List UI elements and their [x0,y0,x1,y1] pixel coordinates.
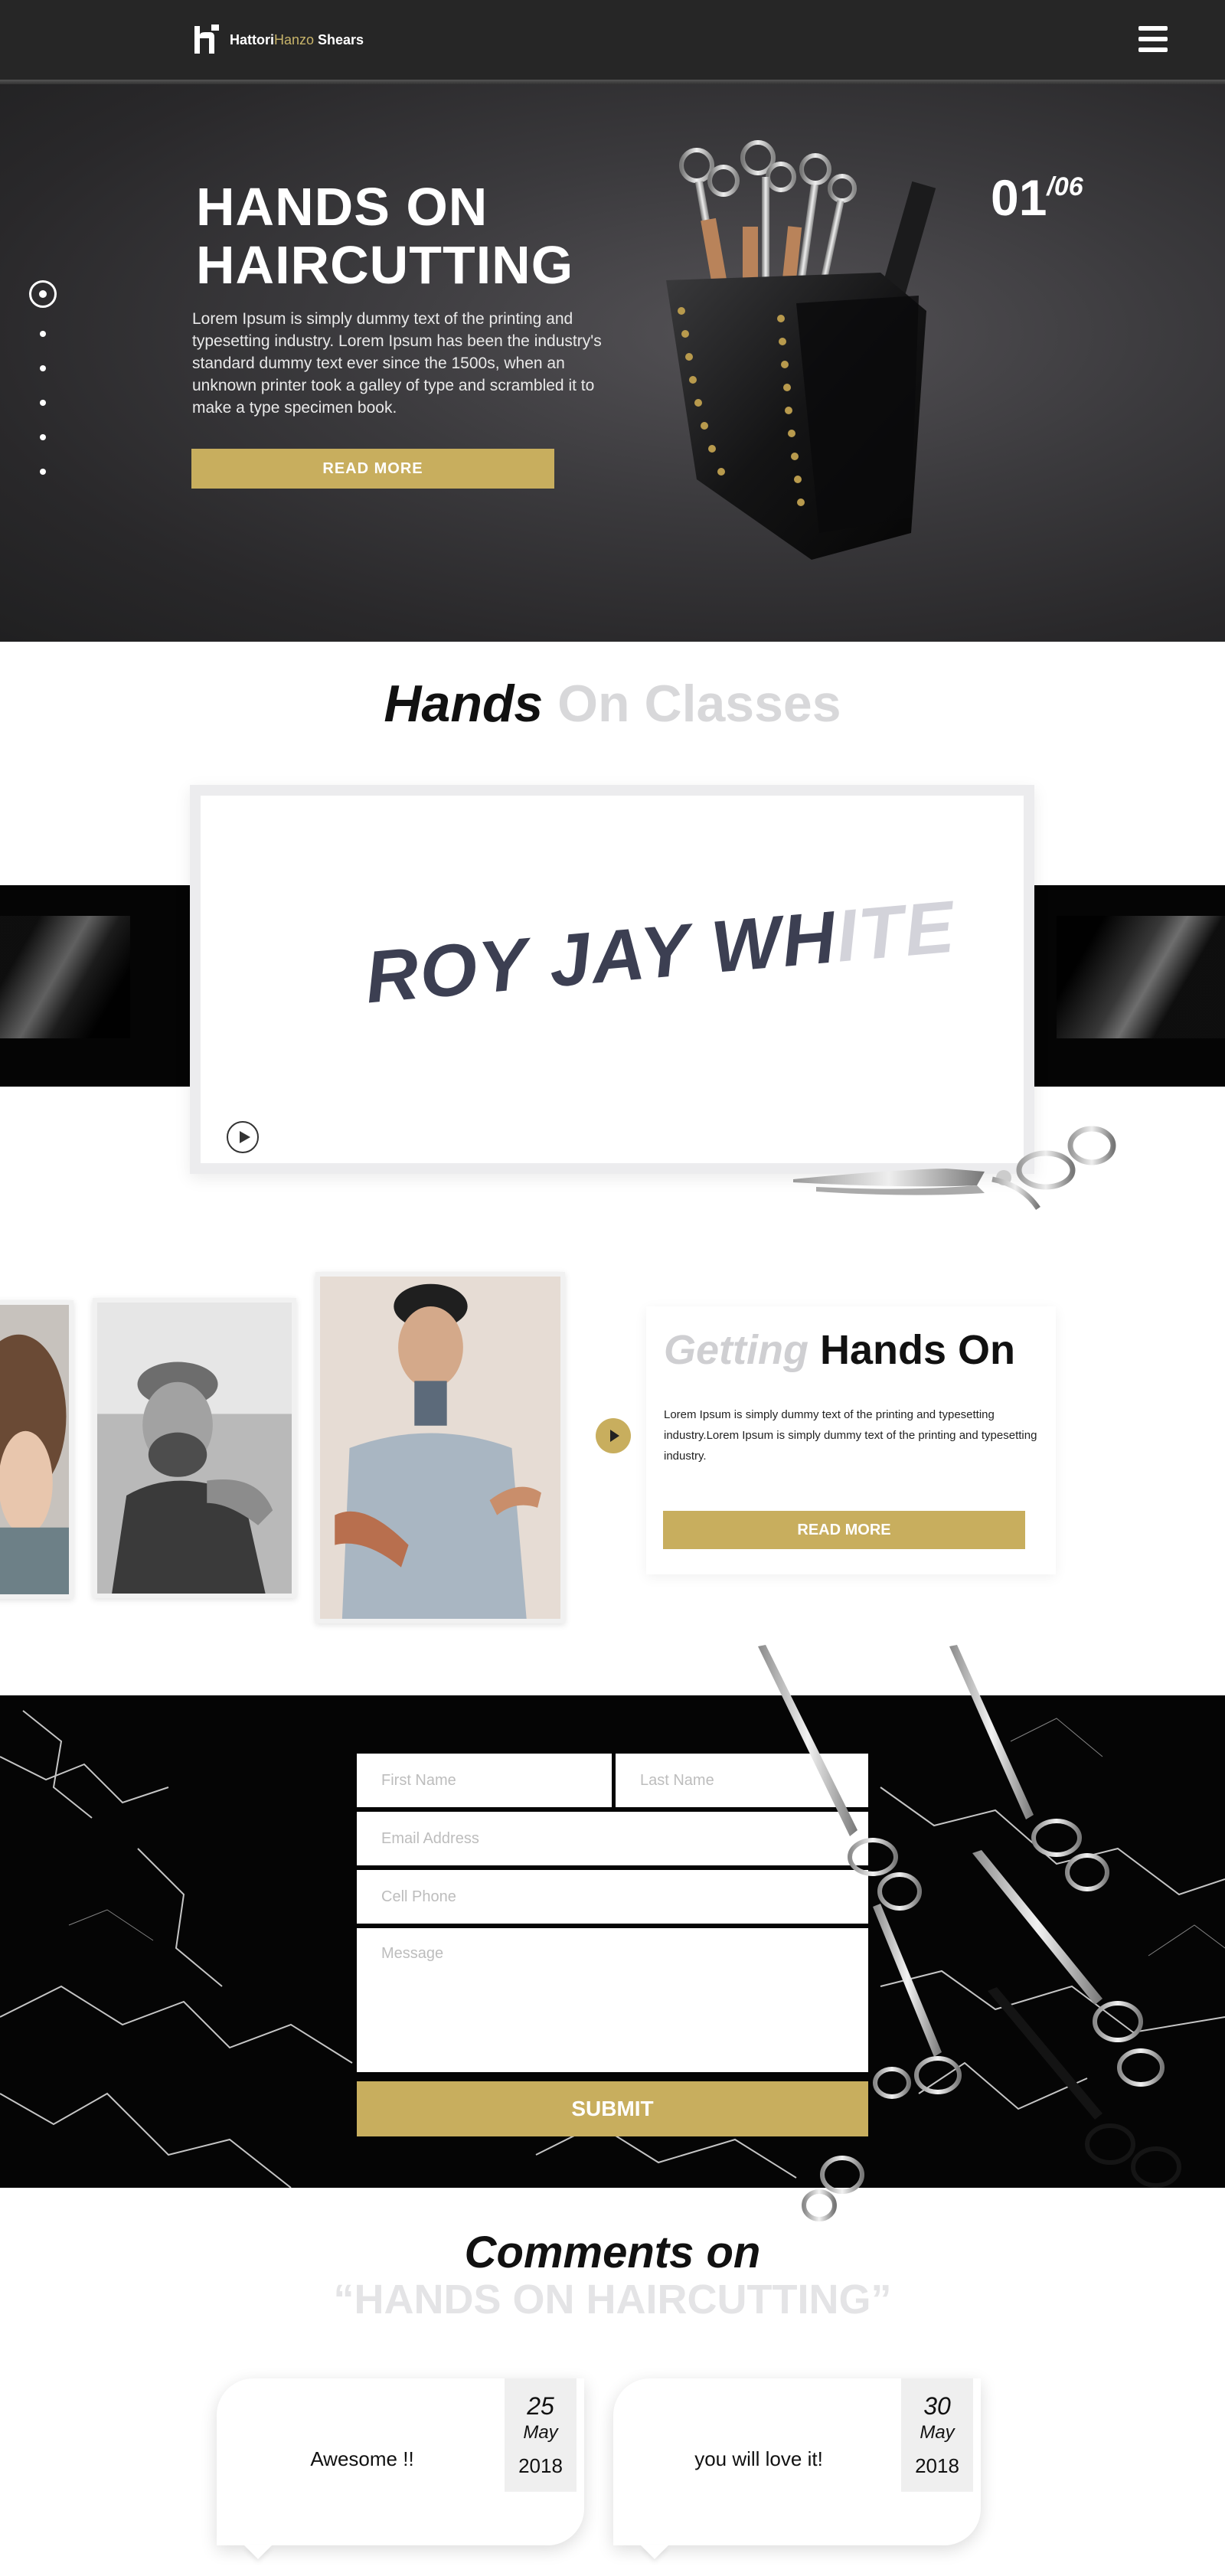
hamburger-line [1138,47,1168,52]
hamburger-icon[interactable] [1138,26,1168,52]
shear-holster-image [666,140,936,560]
classes-title-light: On Classes [543,675,841,733]
logo-mark-icon [191,23,222,57]
comment-day: 25 [527,2392,554,2420]
brand-name-part-1: Hattori [230,31,274,47]
submit-button[interactable]: SUBMIT [357,2081,868,2136]
slide-dot[interactable] [40,434,46,440]
slide-dot[interactable] [40,400,46,406]
comment-date: 30 May 2018 [901,2378,973,2492]
hero-description: Lorem Ipsum is simply dummy text of the … [192,310,602,417]
hero-read-more-button[interactable]: READ MORE [191,449,554,489]
hamburger-line [1138,37,1168,41]
brand-name: HattoriHanzo Shears [230,32,364,48]
comment-text: Awesome !! [310,2447,414,2470]
getting-title-light: Getting [664,1327,808,1373]
getting-hands-on-title: Getting Hands On [664,1326,1015,1374]
comment-card: Awesome !! 25 May 2018 [217,2378,584,2545]
hero-slider: HANDS ON HAIRCUTTING Lorem Ipsum is simp… [0,80,1225,642]
video-brand-logo: ROY JAY WHITE [362,885,959,1021]
video-player[interactable]: ROY JAY WHITE [190,785,1034,1174]
slide-counter-current: 01 [991,169,1047,226]
getting-read-more-button[interactable]: READ MORE [663,1511,1025,1549]
band-reflection-right [1057,916,1225,1038]
comment-year: 2018 [518,2454,563,2477]
comment-text: you will love it! [694,2447,823,2470]
video-logo-part-1: ROY JAY WH [361,896,841,1019]
comment-date: 25 May 2018 [505,2378,577,2492]
comment-month: May [523,2422,558,2443]
scissors-decor-icon [793,1126,1116,1211]
video-logo-part-2: ITE [832,885,959,978]
play-icon[interactable] [227,1121,259,1153]
getting-hands-on-card: Getting Hands On Lorem Ipsum is simply d… [646,1306,1056,1574]
classes-title-strong: Hands [384,675,544,733]
slide-dot[interactable] [40,469,46,475]
comments-subheading: “HANDS ON HAIRCUTTING” [333,2277,892,2323]
hero-title: HANDS ON HAIRCUTTING [196,177,574,295]
phone-field[interactable] [357,1870,868,1924]
email-field[interactable] [357,1812,868,1865]
comment-card: you will love it! 30 May 2018 [613,2378,981,2545]
brand-name-part-3: Shears [314,31,364,47]
hero-divider [0,80,1225,84]
hamburger-line [1138,26,1168,31]
slide-dot[interactable] [40,365,46,371]
comment-month: May [920,2422,955,2443]
brand-logo[interactable]: HattoriHanzo Shears [191,23,364,57]
first-name-field[interactable] [357,1754,612,1807]
gallery-photo-barber[interactable] [93,1298,296,1598]
slide-dot[interactable] [40,331,46,337]
slide-dot-active[interactable] [29,280,57,308]
classes-section-title: Hands On Classes [0,674,1225,734]
comment-year: 2018 [915,2454,959,2477]
gallery-photo-braids[interactable] [0,1300,74,1599]
gallery-photo-stylist[interactable] [315,1272,565,1623]
getting-hands-on-text: Lorem Ipsum is simply dummy text of the … [664,1408,1037,1463]
comments-heading: Comments on [464,2228,761,2277]
slide-pagination [28,280,58,503]
last-name-field[interactable] [616,1754,868,1807]
comment-day: 30 [923,2392,951,2420]
brand-name-part-2: Hanzo [274,31,315,47]
slide-counter-total: /06 [1047,172,1083,201]
getting-title-strong: Hands On [808,1327,1016,1373]
band-reflection-left [0,916,130,1038]
arrow-right-icon[interactable] [596,1418,631,1453]
message-field[interactable] [357,1928,868,2072]
top-nav-bar: HattoriHanzo Shears [0,0,1225,80]
slide-counter: 01/06 [991,168,1083,227]
